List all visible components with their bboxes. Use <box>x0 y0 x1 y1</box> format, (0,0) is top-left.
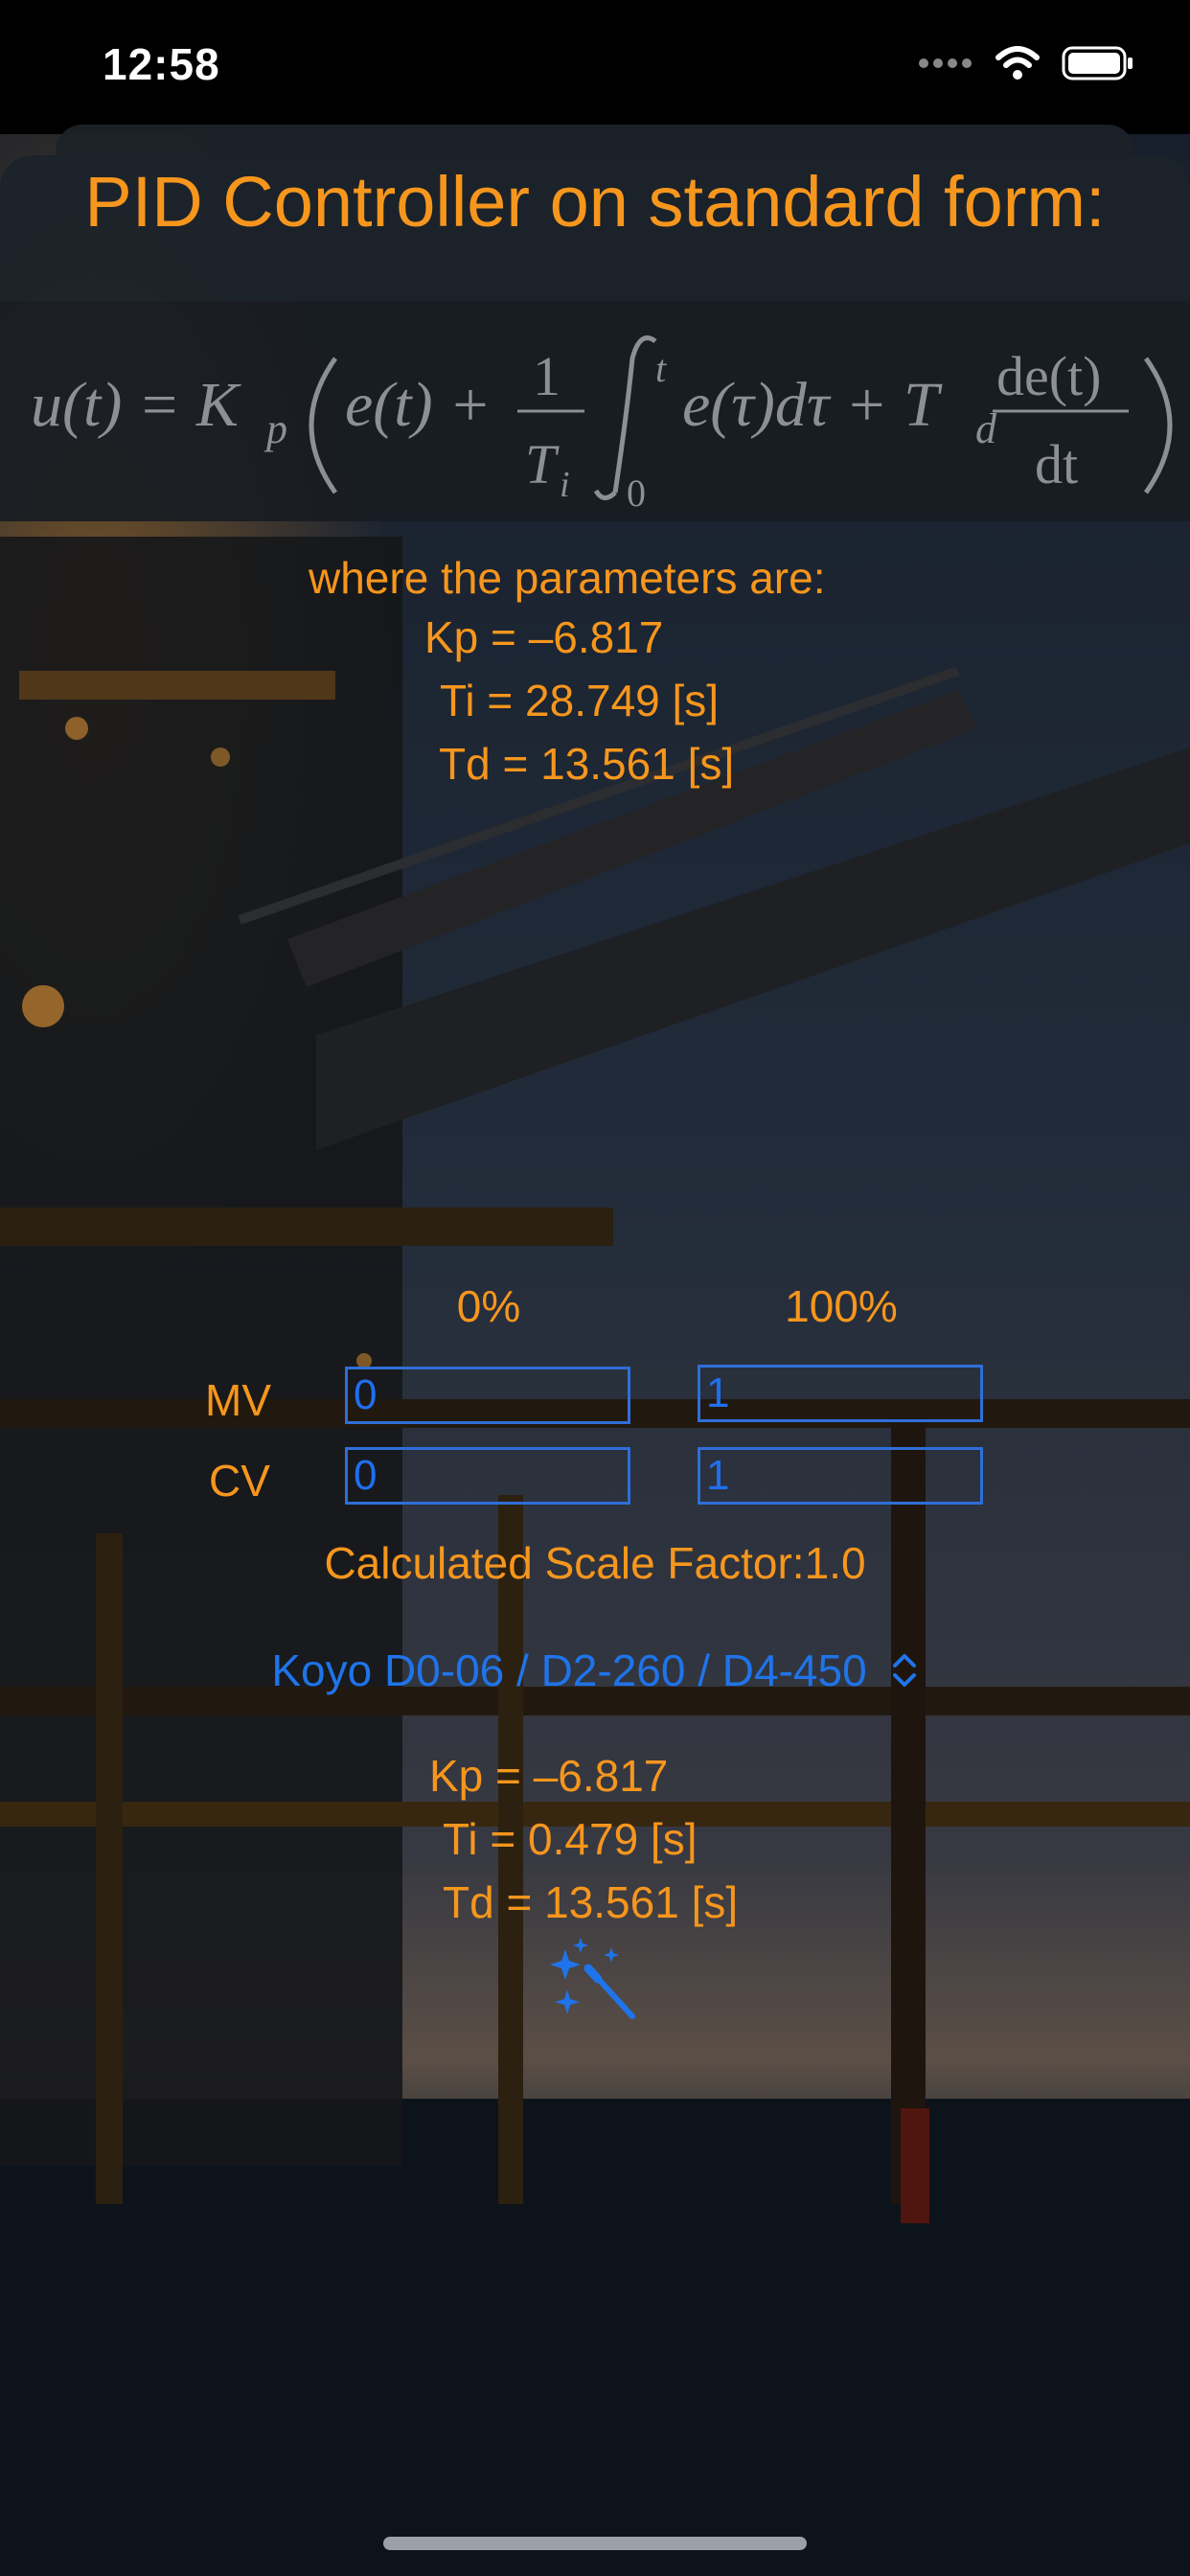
page-title: PID Controller on standard form: <box>84 162 1106 242</box>
cv-max-input[interactable] <box>698 1447 983 1505</box>
converted-td: Td = 13.561 [s] <box>443 1877 739 1927</box>
formula-error-term: e(t) + <box>345 370 492 440</box>
formula-lhs: u(t) = K <box>31 370 241 440</box>
controller-picker[interactable]: Koyo D0-06 / D2-260 / D4-450 <box>0 1644 1190 1700</box>
formula-integral-upper: t <box>655 347 667 390</box>
standard-td: Td = 13.561 [s] <box>439 739 735 789</box>
converted-ti: Ti = 0.479 [s] <box>443 1814 698 1864</box>
column-header-min: 0% <box>456 1281 521 1331</box>
cellular-signal-icon <box>919 58 972 68</box>
controller-picker-label: Koyo D0-06 / D2-260 / D4-450 <box>271 1645 867 1695</box>
cv-label: CV <box>209 1456 270 1506</box>
home-indicator[interactable] <box>383 2537 807 2550</box>
mv-max-input[interactable] <box>698 1365 983 1422</box>
standard-ti: Ti = 28.749 [s] <box>440 676 720 725</box>
formula-fraction-denominator: T <box>525 433 560 495</box>
formula-integral-lower: 0 <box>627 472 646 515</box>
parameters-intro: where the parameters are: <box>309 553 826 603</box>
magic-wand-icon[interactable] <box>544 1936 640 2032</box>
mv-label: MV <box>205 1375 271 1425</box>
status-icons <box>918 44 1134 82</box>
pid-formula: u(t) = K p e(t) + 1 T i t 0 e(τ)dτ + T d… <box>0 301 1190 521</box>
wifi-icon <box>995 46 1040 80</box>
standard-kp: Kp = –6.817 <box>424 612 664 662</box>
formula-fraction-numerator: 1 <box>533 345 561 407</box>
formula-integrand: e(τ)dτ + T <box>682 370 943 440</box>
column-header-max: 100% <box>785 1281 898 1331</box>
cv-min-input[interactable] <box>345 1447 630 1505</box>
scale-factor-text: Calculated Scale Factor:1.0 <box>324 1538 866 1588</box>
battery-icon <box>1062 46 1133 80</box>
status-time: 12:58 <box>103 39 220 89</box>
formula-derivative-denominator: dt <box>1035 433 1078 495</box>
formula-kp-subscript: p <box>263 405 287 452</box>
status-bar: 12:58 <box>0 0 1190 134</box>
converted-kp: Kp = –6.817 <box>429 1751 669 1801</box>
chevron-up-down-icon <box>890 1648 919 1700</box>
mv-min-input[interactable] <box>345 1367 630 1424</box>
formula-derivative-numerator: de(t) <box>996 345 1102 407</box>
formula-ti-subscript: i <box>560 465 570 505</box>
